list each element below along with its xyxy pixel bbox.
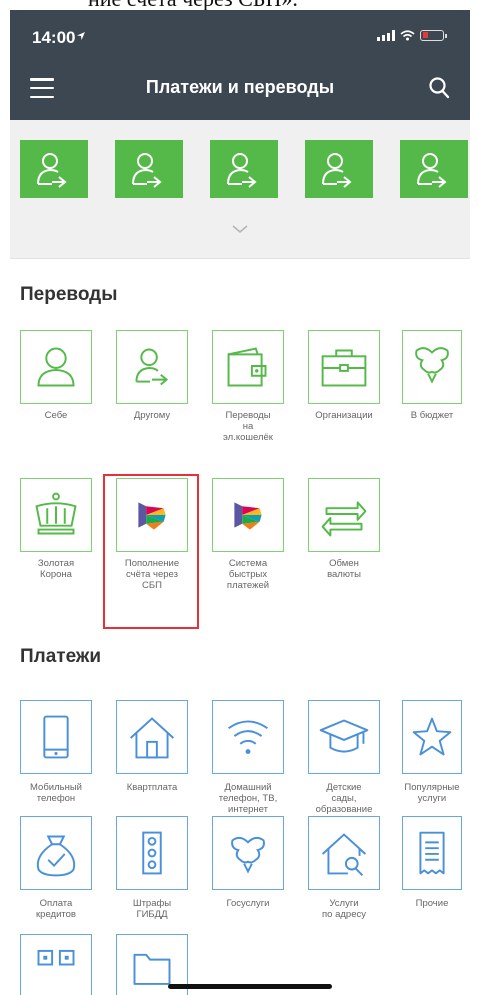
- qr-code-icon: [37, 949, 75, 966]
- sbp-topup-tile[interactable]: [116, 478, 188, 552]
- transfers-section-title: Переводы: [20, 284, 118, 305]
- sbp-logo-icon: [138, 502, 166, 530]
- graduation-cap-icon: [319, 719, 369, 753]
- sbp-logo-icon: [234, 502, 262, 530]
- favorite-transfer-button[interactable]: [210, 140, 278, 198]
- tile-label: Пополнение счёта через СБП: [124, 558, 180, 591]
- other-payments-tile[interactable]: [402, 816, 462, 890]
- transfer-to-ewallet-tile[interactable]: [212, 330, 284, 404]
- person-transfer-icon: [37, 153, 67, 188]
- transfer-to-self-tile[interactable]: [20, 330, 92, 404]
- crown-icon: [35, 492, 77, 535]
- tile-label: Квартплата: [126, 782, 178, 793]
- tile-label: Оплата кредитов: [36, 898, 76, 920]
- mobile-phone-tile[interactable]: [20, 700, 92, 774]
- page-caption-fragment: ние счета через СБП».: [0, 0, 478, 10]
- loan-payment-tile[interactable]: [20, 816, 92, 890]
- exchange-arrows-icon: [321, 501, 367, 537]
- page-title: Платежи и переводы: [145, 77, 335, 97]
- tile-label: Система быстрых платежей: [226, 558, 270, 591]
- star-icon: [412, 717, 452, 756]
- favorite-transfer-button[interactable]: [400, 140, 468, 198]
- person-arrow-icon: [135, 348, 169, 386]
- wifi-status-icon: [400, 30, 415, 41]
- person-transfer-icon: [417, 153, 447, 188]
- favorite-transfer-button[interactable]: [115, 140, 183, 198]
- tile-label: Золотая Корона: [37, 558, 75, 580]
- favorite-transfer-button[interactable]: [305, 140, 373, 198]
- kindergarten-education-tile[interactable]: [308, 700, 380, 774]
- person-icon: [37, 347, 75, 387]
- utilities-tile[interactable]: [116, 700, 188, 774]
- signal-icon: [377, 30, 395, 41]
- tile-label: Организации: [315, 410, 373, 421]
- person-transfer-icon: [132, 153, 162, 188]
- person-transfer-icon: [227, 153, 257, 188]
- chevron-down-icon[interactable]: [232, 224, 248, 234]
- wallet-icon: [227, 347, 267, 387]
- favorite-transfer-button[interactable]: [20, 140, 88, 198]
- tile-label: Обмен валюты: [327, 558, 361, 580]
- tile-label: Штрафы ГИБДД: [132, 898, 172, 920]
- services-by-address-tile[interactable]: [308, 816, 380, 890]
- popular-services-tile[interactable]: [402, 700, 462, 774]
- zolotaya-korona-tile[interactable]: [20, 478, 92, 552]
- wifi-icon: [227, 720, 269, 755]
- money-bag-icon: [36, 835, 76, 877]
- gosuslugi-tile[interactable]: [212, 816, 284, 890]
- qr-payment-tile[interactable]: [20, 934, 92, 995]
- section-divider: [10, 258, 470, 259]
- house-icon: [129, 717, 175, 759]
- sbp-system-tile[interactable]: [212, 478, 284, 552]
- tile-label: Прочие: [415, 898, 449, 909]
- tile-label: Домашний телефон, ТВ, интернет: [218, 782, 278, 815]
- traffic-light-icon: [142, 831, 162, 875]
- briefcase-icon: [321, 349, 367, 387]
- tile-label: Популярные услуги: [404, 782, 460, 804]
- app-header: 14:00 Платежи и переводы: [10, 10, 470, 120]
- transfer-to-other-tile[interactable]: [116, 330, 188, 404]
- tile-label: Другому: [133, 410, 171, 421]
- battery-icon: [420, 30, 447, 41]
- location-arrow-icon: [77, 32, 85, 40]
- home-indicator[interactable]: [168, 984, 332, 989]
- tile-label: Детские сады, образование: [315, 782, 373, 815]
- tile-label: Мобильный телефон: [30, 782, 82, 804]
- tile-label: Переводы на эл.кошелёк: [223, 410, 273, 443]
- person-transfer-icon: [322, 153, 352, 188]
- traffic-fines-tile[interactable]: [116, 816, 188, 890]
- house-search-icon: [321, 833, 367, 877]
- transfer-to-organization-tile[interactable]: [308, 330, 380, 404]
- tile-label: Госуслуги: [226, 898, 270, 909]
- status-icons: [377, 30, 447, 41]
- currency-exchange-tile[interactable]: [308, 478, 380, 552]
- search-icon[interactable]: [428, 76, 450, 100]
- payments-section-title: Платежи: [20, 646, 102, 667]
- page-caption-text: ние счета через СБП».: [88, 0, 298, 10]
- favorites-row: [10, 120, 470, 258]
- status-time: 14:00: [32, 28, 76, 47]
- tile-label: В бюджет: [410, 410, 454, 421]
- status-bar: 14:00: [10, 10, 470, 62]
- tile-label: Себе: [44, 410, 68, 421]
- document-icon: [419, 831, 445, 875]
- home-phone-tv-internet-tile[interactable]: [212, 700, 284, 774]
- coat-of-arms-icon: [231, 836, 265, 874]
- tile-label: Услуги по адресу: [322, 898, 366, 920]
- mobile-phone-icon: [43, 715, 69, 759]
- coat-of-arms-icon: [415, 347, 449, 384]
- transfer-to-budget-tile[interactable]: [402, 330, 462, 404]
